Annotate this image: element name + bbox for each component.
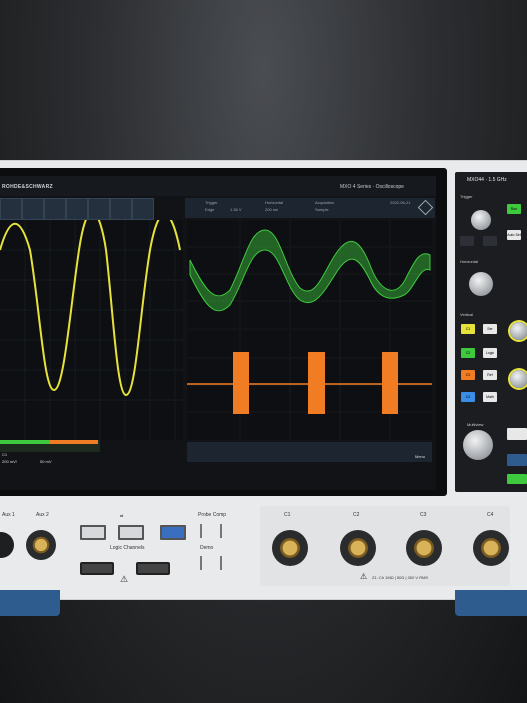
right-foot: [455, 590, 527, 616]
ch4-button[interactable]: C4: [461, 392, 475, 402]
logic-channels-label: Logic Channels: [110, 545, 145, 551]
ch4-bnc-connector[interactable]: [473, 530, 509, 566]
math-button[interactable]: Math: [483, 392, 497, 402]
vertical-scale-knob[interactable]: [510, 322, 527, 340]
aux1-label: Aux 1: [2, 512, 15, 518]
multiview-section-label: Multiview: [467, 422, 484, 427]
run-button[interactable]: Run: [507, 204, 521, 214]
logic-port-1[interactable]: [80, 562, 114, 575]
run-tool-button[interactable]: [110, 198, 132, 220]
ch4-input-label: C4: [487, 512, 494, 518]
menu-hard-button[interactable]: [507, 428, 527, 440]
usb-port-3[interactable]: [160, 525, 186, 540]
waveform-display[interactable]: [0, 220, 436, 490]
vertical-offset-knob[interactable]: [510, 370, 527, 388]
usb-port-1[interactable]: [80, 525, 106, 540]
ref-button-label: Ref: [487, 373, 493, 377]
panel-model-label: MXO44 · 1.5 GHz: [467, 177, 507, 183]
measure-tool-button[interactable]: [22, 198, 44, 220]
input-warning-text: Z1: Ch 1MΩ | 50Ω | 300 V RMS: [372, 575, 429, 580]
ch3-pulse-1: [233, 352, 249, 414]
ch1-input-label: C1: [284, 512, 291, 518]
acquisition-value: Sample: [315, 207, 329, 212]
trigger-section-label: Trigger: [460, 194, 473, 199]
ch1-button-label: C1: [465, 327, 471, 331]
menu-button[interactable]: Menu: [415, 454, 425, 459]
warning-icon: ⚠: [120, 574, 129, 584]
multipurpose-knob[interactable]: [463, 430, 493, 460]
brand-logo: ROHDE&SCHWARZ: [2, 184, 53, 190]
model-title: MXO 4 Series · Oscilloscope: [340, 184, 404, 190]
aux2-connector[interactable]: [26, 530, 56, 560]
c1-tab-label[interactable]: C1: [2, 452, 7, 457]
ch4-button-label: C4: [465, 395, 471, 399]
left-waveform-pane: [0, 220, 183, 440]
undo-tool-button[interactable]: [88, 198, 110, 220]
diamond-icon[interactable]: [417, 199, 434, 216]
ch3-pulse-3: [382, 352, 398, 414]
horizontal-value: 200 ns/: [265, 207, 279, 212]
trigger-level-value: 1.36 V: [230, 207, 242, 212]
horizontal-label: Horizontal: [265, 200, 284, 205]
help-tool-button[interactable]: [132, 198, 154, 220]
title-bar: ROHDE&SCHWARZ MXO 4 Series · Oscilloscop…: [0, 176, 436, 196]
trigger-label: Trigger: [205, 200, 218, 205]
c1-scale-label: 200 mV/: [2, 459, 17, 464]
auto-set-button[interactable]: Auto Set: [507, 230, 521, 240]
date-label: 2022-06-21: [390, 200, 411, 205]
touch-hard-button[interactable]: [507, 474, 527, 484]
trigger-level-knob[interactable]: [471, 210, 491, 230]
input-warning-icon: ⚠: [360, 572, 368, 581]
horizontal-section-label: Horizontal: [460, 259, 479, 264]
oscilloscope-screen[interactable]: ROHDE&SCHWARZ MXO 4 Series · Oscilloscop…: [0, 176, 436, 490]
serial-button-label: Ser: [487, 327, 493, 331]
probe-comp-terminals[interactable]: [200, 524, 222, 538]
left-foot: [0, 590, 60, 616]
logic-button[interactable]: Logic: [483, 348, 497, 358]
auto-set-label: Auto Set: [507, 233, 521, 237]
ref-button[interactable]: Ref: [483, 370, 497, 380]
usb-icon: ⇄: [120, 513, 124, 518]
ch2-button-label: C2: [465, 351, 471, 355]
ch3-bnc-connector[interactable]: [406, 530, 442, 566]
trigger-mode-button[interactable]: [460, 236, 474, 246]
ch2-button[interactable]: C2: [461, 348, 475, 358]
horizontal-scale-knob[interactable]: [469, 272, 493, 296]
ch1-bnc-connector[interactable]: [272, 530, 308, 566]
ch3-button-label: C3: [465, 373, 471, 377]
add-tool-button[interactable]: [44, 198, 66, 220]
aux2-label: Aux 2: [36, 512, 49, 518]
ch3-button[interactable]: C3: [461, 370, 475, 380]
mode-hard-button[interactable]: [507, 454, 527, 466]
delete-tool-button[interactable]: [66, 198, 88, 220]
trigger-source-button[interactable]: [483, 236, 497, 246]
ch3-input-label: C3: [420, 512, 427, 518]
demo-terminals[interactable]: [200, 556, 222, 570]
status-bar: Trigger Edge 1.36 V Horizontal 200 ns/ A…: [185, 198, 435, 218]
ch1-button[interactable]: C1: [461, 324, 475, 334]
control-panel: MXO44 · 1.5 GHz Trigger Run Auto Set Hor…: [455, 172, 527, 492]
logic-port-2[interactable]: [136, 562, 170, 575]
toolbar: [0, 198, 160, 220]
cursor-tool-button[interactable]: [0, 198, 22, 220]
usb-port-2[interactable]: [118, 525, 144, 540]
math-button-label: Math: [486, 395, 494, 399]
probe-comp-label: Probe Comp: [198, 512, 227, 518]
ch3-pulse-2: [308, 352, 325, 414]
logic-button-label: Logic: [485, 351, 495, 355]
vertical-section-label: Vertical: [460, 312, 474, 317]
trigger-edge-value: Edge: [205, 207, 215, 212]
ch2-bnc-connector[interactable]: [340, 530, 376, 566]
run-button-label: Run: [510, 207, 518, 211]
c1-offset-label: 50 mV: [40, 459, 52, 464]
bottom-menu-bar: [187, 442, 432, 462]
acquisition-label: Acquisition: [315, 200, 335, 205]
demo-label: Demo: [200, 545, 214, 551]
ch2-input-label: C2: [353, 512, 360, 518]
serial-button[interactable]: Ser: [483, 324, 497, 334]
